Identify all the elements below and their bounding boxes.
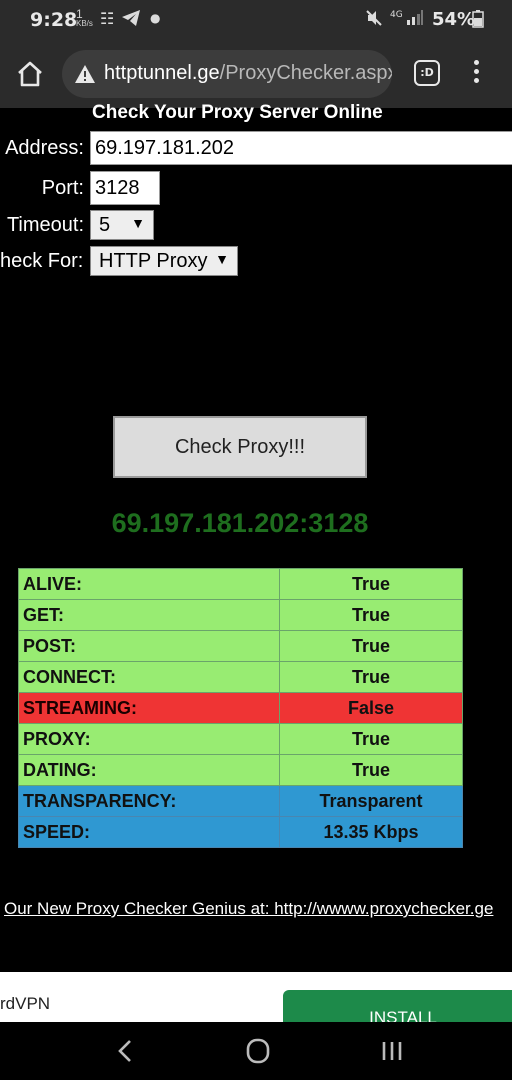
menu-dot (473, 60, 479, 65)
home-icon (18, 61, 42, 87)
check-for-label: heck For: (0, 250, 84, 272)
address-label: Address: (5, 137, 84, 159)
menu-dot (473, 69, 479, 74)
wifi-call-icon: ☷ (100, 9, 115, 28)
result-label: CONNECT: (18, 661, 280, 693)
dropdown-arrow-icon: ▼ (131, 215, 145, 231)
result-label: STREAMING: (18, 692, 280, 724)
result-value: Transparent (279, 785, 463, 817)
result-value: 13.35 Kbps (279, 816, 463, 848)
result-value: True (279, 630, 463, 662)
install-button[interactable]: INSTALL (283, 990, 512, 1022)
net-speed-indicator: 1 KB/s (76, 7, 93, 28)
result-label: GET: (18, 599, 280, 631)
result-row: GET: True (18, 599, 463, 631)
check-for-value: HTTP Proxy (99, 250, 208, 272)
signal-icon (406, 9, 424, 29)
result-row: POST: True (18, 630, 463, 662)
warning-icon (75, 65, 95, 83)
address-input[interactable] (90, 131, 512, 165)
menu-dot (473, 78, 479, 83)
timeout-value: 5 (99, 214, 111, 236)
back-button[interactable] (106, 1034, 146, 1068)
home-circle-icon (246, 1038, 270, 1064)
result-value: True (279, 723, 463, 755)
result-label: ALIVE: (18, 568, 280, 600)
result-row: DATING: True (18, 754, 463, 786)
url-text: httptunnel.ge/ProxyChecker.aspx (104, 62, 392, 85)
port-input[interactable] (90, 171, 160, 205)
back-icon (118, 1040, 131, 1062)
ad-banner[interactable]: rdVPN INSTALL (0, 972, 512, 1022)
result-label: SPEED: (18, 816, 280, 848)
result-row: SPEED: 13.35 Kbps (18, 816, 463, 848)
url-domain: httptunnel.ge (104, 62, 220, 84)
check-for-select[interactable]: HTTP Proxy ▼ (90, 246, 238, 276)
check-proxy-button[interactable]: Check Proxy!!! (113, 416, 367, 478)
mute-icon (365, 9, 383, 31)
result-value: False (279, 692, 463, 724)
result-value: True (279, 661, 463, 693)
home-button[interactable] (12, 56, 48, 92)
result-label: POST: (18, 630, 280, 662)
timeout-select[interactable]: 5 ▼ (90, 210, 154, 240)
address-bar[interactable]: httptunnel.ge/ProxyChecker.aspx (62, 50, 392, 98)
result-row: TRANSPARENCY: Transparent (18, 785, 463, 817)
home-nav-button[interactable] (238, 1034, 278, 1068)
data-4g-icon: 4G (390, 10, 403, 20)
result-row: PROXY: True (18, 723, 463, 755)
result-value: True (279, 568, 463, 600)
result-label: DATING: (18, 754, 280, 786)
result-label: TRANSPARENCY: (18, 785, 280, 817)
result-value: True (279, 599, 463, 631)
proxychecker-link[interactable]: Our New Proxy Checker Genius at: http://… (4, 899, 493, 919)
timeout-label: Timeout: (6, 214, 84, 236)
net-speed-value: 1 (76, 7, 83, 21)
recents-button[interactable] (372, 1034, 412, 1068)
telegram-icon (121, 9, 141, 31)
result-row: CONNECT: True (18, 661, 463, 693)
battery-percent: 54% (432, 9, 476, 30)
browser-toolbar: httptunnel.ge/ProxyChecker.aspx :D (0, 40, 512, 108)
page-title: Check Your Proxy Server Online (92, 102, 383, 123)
status-bar: 9:28 1 KB/s ☷ ● 4G 54% (0, 0, 512, 40)
result-value: True (279, 754, 463, 786)
result-address: 69.197.181.202:3128 (111, 508, 369, 538)
tab-switcher-button[interactable]: :D (414, 60, 440, 86)
port-label: Port: (41, 177, 84, 199)
result-row: STREAMING: False (18, 692, 463, 724)
results-table: ALIVE: True GET: True POST: True CONNECT: True S… (18, 568, 463, 848)
net-speed-unit: KB/s (76, 19, 93, 28)
result-label: PROXY: (18, 723, 280, 755)
url-path: /ProxyChecker.aspx (219, 62, 392, 84)
notification-dot-icon: ● (150, 11, 161, 25)
recents-icon (382, 1042, 402, 1060)
battery-icon (472, 10, 484, 32)
more-menu-button[interactable] (466, 60, 486, 88)
ad-text: rdVPN (0, 994, 51, 1013)
result-row: ALIVE: True (18, 568, 463, 600)
dropdown-arrow-icon: ▼ (215, 251, 229, 267)
system-nav-bar (0, 1022, 512, 1080)
status-time: 9:28 (30, 9, 78, 31)
